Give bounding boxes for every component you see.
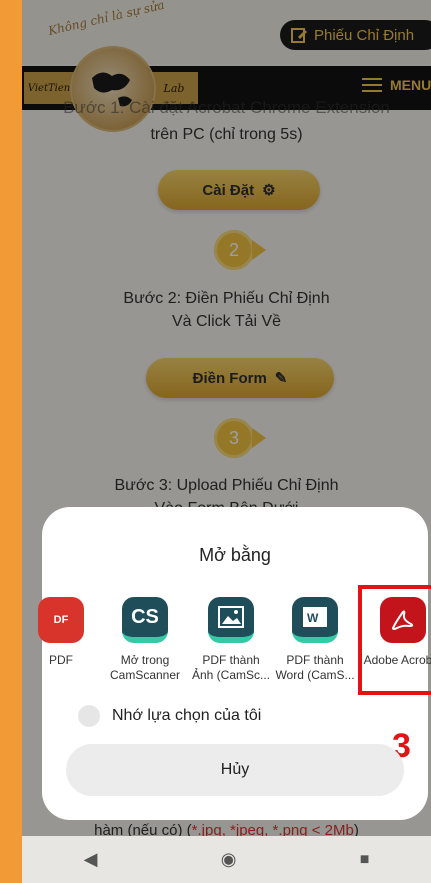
open-with-dialog: Mở bằng DF PDF CS Mở trong CamScanner PD…	[38, 507, 431, 820]
dialog-title: Mở bằng	[199, 545, 271, 565]
home-icon[interactable]: ◉	[221, 849, 237, 870]
cancel-button[interactable]: Hủy	[66, 744, 404, 796]
recents-icon[interactable]: ■	[360, 851, 370, 869]
phone-screen: Không chỉ là sự sửa Phiếu Chỉ Định VietT…	[22, 0, 431, 883]
back-icon[interactable]: ◀	[84, 849, 98, 870]
highlight-box	[358, 585, 431, 695]
pdf-icon: DF	[38, 597, 84, 643]
remember-choice[interactable]: Nhớ lựa chọn của tôi	[78, 705, 261, 727]
app-pdf-to-image[interactable]: PDF thành Ảnh (CamSc...	[190, 579, 272, 683]
app-label: Mở trong CamScanner	[109, 653, 181, 682]
remember-checkbox[interactable]	[78, 705, 100, 727]
app-pdf-to-word[interactable]: W PDF thành Word (CamS...	[274, 579, 356, 683]
app-label: PDF thành Ảnh (CamSc...	[191, 653, 271, 682]
app-list: DF PDF CS Mở trong CamScanner PDF thành …	[38, 579, 431, 697]
system-nav-bar: ◀ ◉ ■	[22, 836, 431, 883]
app-label: PDF thành Word (CamS...	[275, 653, 355, 682]
app-label: PDF	[49, 653, 73, 667]
svg-text:W: W	[307, 611, 319, 625]
camscanner-icon: CS	[122, 597, 168, 643]
word-icon: W	[292, 597, 338, 643]
remember-label: Nhớ lựa chọn của tôi	[112, 707, 262, 724]
app-pdf[interactable]: DF PDF	[22, 579, 102, 668]
image-icon	[208, 597, 254, 643]
app-camscanner[interactable]: CS Mở trong CamScanner	[104, 579, 186, 683]
